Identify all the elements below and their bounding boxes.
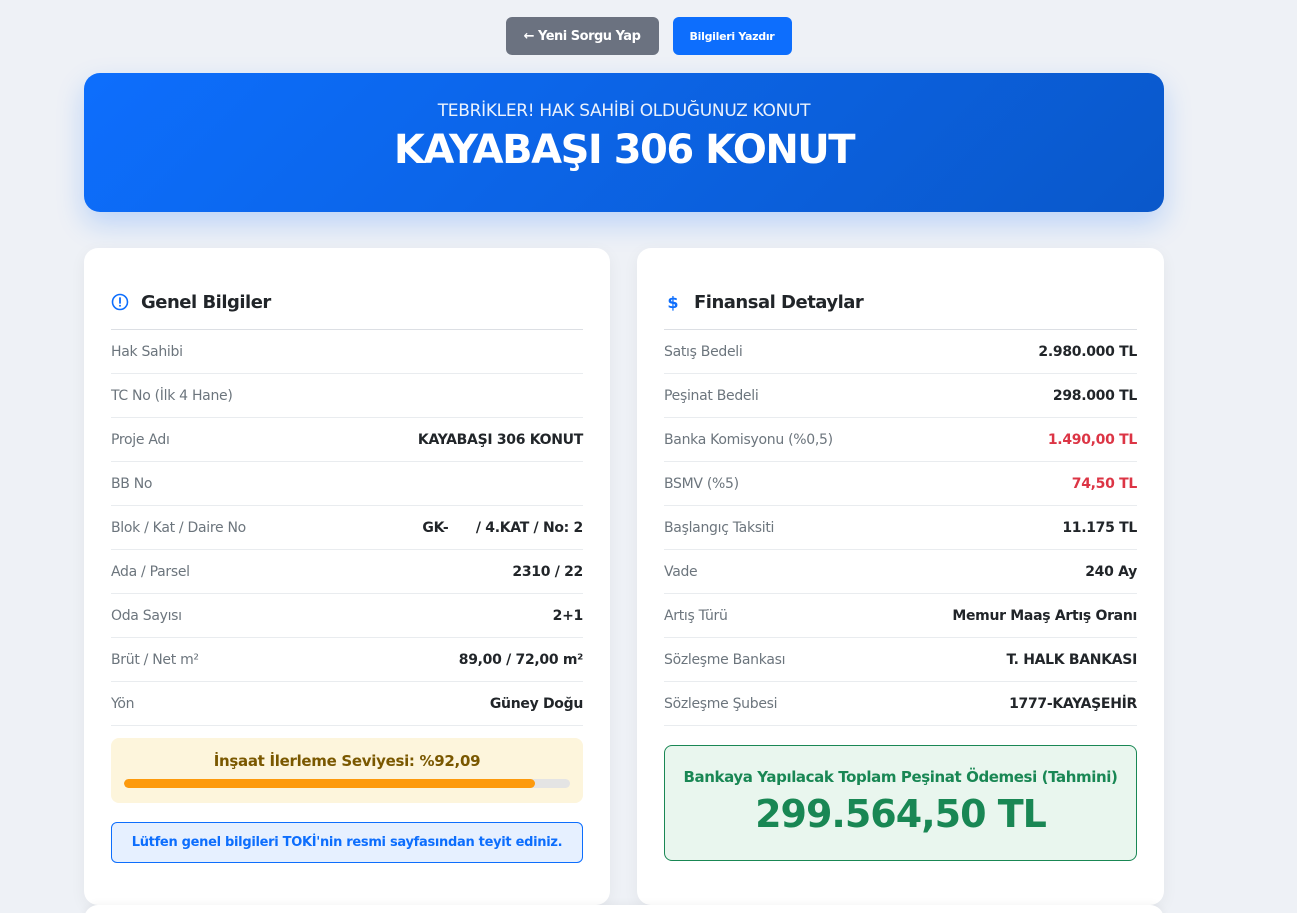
info-row: Satış Bedeli 2.980.000 TL [664,330,1137,374]
financial-details-card: $ Finansal Detaylar Satış Bedeli 2.980.00… [637,248,1164,905]
row-label: Peşinat Bedeli [664,387,759,404]
verify-notice: Lütfen genel bilgileri TOKİ'nin resmi sa… [111,822,583,863]
row-label: Sözleşme Şubesi [664,695,778,712]
row-value: 1777-KAYAŞEHİR [1009,695,1137,712]
row-label: Brüt / Net m² [111,651,199,668]
row-label: BSMV (%5) [664,475,739,492]
row-label: Ada / Parsel [111,563,190,580]
row-value: KAYABAŞI 306 KONUT [417,431,583,448]
row-label: Proje Adı [111,431,170,448]
print-button[interactable]: Bilgileri Yazdır [672,17,792,55]
new-query-button[interactable]: ← Yeni Sorgu Yap [505,17,659,55]
row-value: 11.175 TL [1062,519,1137,536]
total-payment-box: Bankaya Yapılacak Toplam Peşinat Ödemesi… [664,745,1137,861]
financial-details-list: Satış Bedeli 2.980.000 TL Peşinat Bedeli 29… [664,330,1137,726]
row-value: T. HALK BANKASI [1006,651,1137,668]
row-label: Yön [111,695,135,712]
row-value: 2+1 [552,607,584,624]
row-value: GK- / 4.KAT / No: 2 [422,519,583,536]
info-row: Blok / Kat / Daire No GK- / 4.KAT / No: 2 [111,506,583,550]
banner-subtitle: TEBRİKLER! HAK SAHİBİ OLDUĞUNUZ KONUT [437,101,811,121]
row-label: Hak Sahibi [111,343,183,360]
row-value: 2310 / 22 [512,563,583,580]
construction-progress: İnşaat İlerleme Seviyesi: %92,09 [111,738,583,803]
progress-label: İnşaat İlerleme Seviyesi: %92,09 [213,752,481,770]
info-row: Başlangıç Taksiti 11.175 TL [664,506,1137,550]
row-label: BB No [111,475,153,492]
general-info-card: Genel Bilgiler Hak Sahibi TC No (İlk 4 Ha… [84,248,610,905]
row-label: Satış Bedeli [664,343,743,360]
info-row: Banka Komisyonu (%0,5) 1.490,00 TL [664,418,1137,462]
next-section-card [84,905,1164,913]
general-info-list: Hak Sahibi TC No (İlk 4 Hane) Proje Adı KAY… [111,330,583,726]
row-label: Başlangıç Taksiti [664,519,775,536]
row-label: Artış Türü [664,607,728,624]
row-value: Memur Maaş Artış Oranı [952,607,1137,624]
row-label: Vade [664,563,698,580]
row-label: Sözleşme Bankası [664,651,786,668]
info-row: Peşinat Bedeli 298.000 TL [664,374,1137,418]
info-row: Brüt / Net m² 89,00 / 72,00 m² [111,638,583,682]
banner-title: KAYABAŞI 306 KONUT [393,127,856,173]
row-value: 2.980.000 TL [1038,343,1137,360]
info-row: Vade 240 Ay [664,550,1137,594]
row-value: 298.000 TL [1052,387,1137,404]
row-value: 240 Ay [1085,563,1137,580]
total-payment-amount: 299.564,50 TL [755,792,1047,836]
info-row: Hak Sahibi [111,330,583,374]
general-info-title: Genel Bilgiler [141,292,271,313]
row-label: Blok / Kat / Daire No [111,519,246,536]
info-row: Oda Sayısı 2+1 [111,594,583,638]
row-value: 74,50 TL [1071,475,1138,492]
info-row: Proje Adı KAYABAŞI 306 KONUT [111,418,583,462]
toolbar: ← Yeni Sorgu Yap Bilgileri Yazdır [0,17,1297,55]
info-row: BB No [111,462,583,506]
svg-text:$: $ [667,293,678,311]
info-circle-icon [111,293,129,311]
total-payment-label: Bankaya Yapılacak Toplam Peşinat Ödemesi… [683,768,1118,786]
info-row: Yön Güney Doğu [111,682,583,726]
progress-fill [124,779,535,788]
progress-track [124,779,570,788]
info-row: Sözleşme Bankası T. HALK BANKASI [664,638,1137,682]
info-row: BSMV (%5) 74,50 TL [664,462,1137,506]
row-label: TC No (İlk 4 Hane) [111,387,233,404]
info-row: Sözleşme Şubesi 1777-KAYAŞEHİR [664,682,1137,726]
row-value: 89,00 / 72,00 m² [458,651,584,668]
result-banner: TEBRİKLER! HAK SAHİBİ OLDUĞUNUZ KONUT KA… [84,73,1164,212]
info-row: TC No (İlk 4 Hane) [111,374,583,418]
row-value: Güney Doğu [489,695,583,712]
general-info-header: Genel Bilgiler [111,248,583,330]
row-label: Oda Sayısı [111,607,182,624]
row-label: Banka Komisyonu (%0,5) [664,431,833,448]
financial-details-title: Finansal Detaylar [694,292,864,313]
info-row: Artış Türü Memur Maaş Artış Oranı [664,594,1137,638]
info-row: Ada / Parsel 2310 / 22 [111,550,583,594]
row-value: 1.490,00 TL [1047,431,1137,448]
financial-details-header: $ Finansal Detaylar [664,248,1137,330]
dollar-icon: $ [664,293,682,311]
